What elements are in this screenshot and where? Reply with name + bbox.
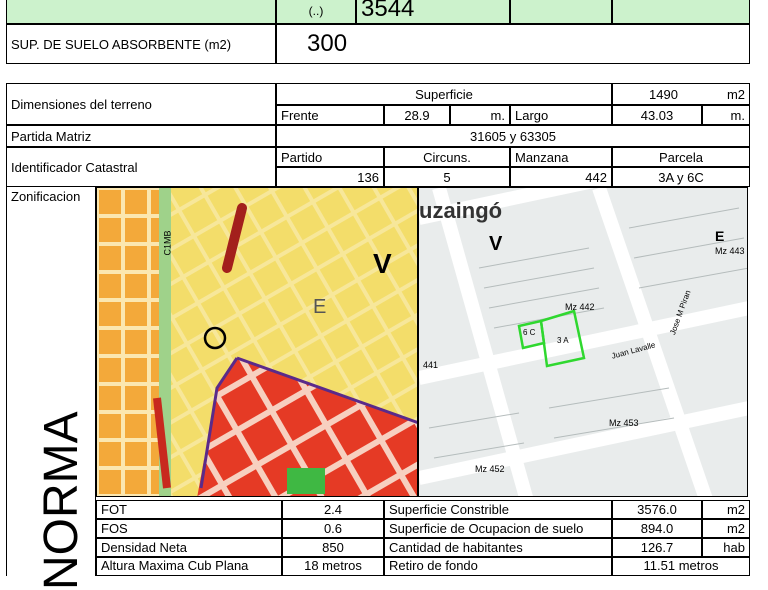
zoning-map-svg <box>97 188 417 496</box>
frente-label: Frente <box>276 105 384 125</box>
top-row1-label <box>6 0 276 24</box>
dimensiones-label: Dimensiones del terreno <box>6 83 276 125</box>
frente-unit: m. <box>450 105 510 125</box>
manzana-label: Manzana <box>510 147 612 167</box>
habitantes-label: Cantidad de habitantes <box>384 538 612 557</box>
sup-ocup-unit: m2 <box>702 519 750 538</box>
top-row1-mid: (..) <box>276 0 356 24</box>
mz452-label: Mz 452 <box>475 464 505 474</box>
circuns-value: 5 <box>384 167 510 187</box>
top-row1-value-text: 3544 <box>361 0 415 22</box>
sup-const-label: Superficie Constrible <box>384 500 612 519</box>
zone-label-v: V <box>373 248 392 279</box>
top-row1-cell3 <box>510 0 612 24</box>
superficie-unit: m2 <box>726 86 745 102</box>
suelo-absorbente-value: 300 <box>276 24 750 64</box>
road-label: C1MB <box>162 230 173 256</box>
zone-orange-area <box>97 188 167 496</box>
cad-zone-v: V <box>489 233 503 255</box>
city-label: uzaingó <box>419 198 503 223</box>
altura-label: Altura Maxima Cub Plana <box>96 557 282 576</box>
largo-value: 43.03 <box>612 105 702 125</box>
cadastral-map[interactable]: uzaingó V E Mz 443 Mz 442 Mz 453 Mz 452 … <box>418 187 748 497</box>
habitantes-unit: hab <box>702 538 750 557</box>
sup-const-unit: m2 <box>702 500 750 519</box>
superficie-label: Superficie <box>276 83 612 105</box>
fot-value: 2.4 <box>282 500 384 519</box>
parcela-value: 3A y 6C <box>612 167 750 187</box>
partido-value: 136 <box>276 167 384 187</box>
side-label: NORMA <box>35 411 88 590</box>
zone-label-e: E <box>313 296 327 318</box>
top-row1-cell4 <box>612 0 750 24</box>
largo-label: Largo <box>510 105 612 125</box>
largo-unit: m. <box>702 105 750 125</box>
retiro-label: Retiro de fondo <box>384 557 612 576</box>
mz441-label: 441 <box>423 360 439 370</box>
cadastral-map-svg <box>419 188 747 496</box>
mz453-label: Mz 453 <box>609 418 639 428</box>
manzana-value: 442 <box>510 167 612 187</box>
parcel-6c-label: 6 C <box>523 328 536 337</box>
fos-label: FOS <box>96 519 282 538</box>
zoning-map[interactable]: E V C1MB <box>96 187 418 497</box>
partida-label: Partida Matriz <box>6 125 276 147</box>
fot-label: FOT <box>96 500 282 519</box>
densidad-label: Densidad Neta <box>96 538 282 557</box>
top-row1-value: 3544 <box>356 0 510 24</box>
partida-value: 31605 y 63305 <box>276 125 750 147</box>
green-block <box>287 468 325 494</box>
zonificacion-label: Zonificacion <box>11 189 81 204</box>
parcel-3a-label: 3 A <box>557 336 569 345</box>
frente-value: 28.9 <box>384 105 450 125</box>
partido-label: Partido <box>276 147 384 167</box>
sup-ocup-value: 894.0 <box>612 519 702 538</box>
mz443-label: Mz 443 <box>715 246 745 256</box>
fos-value: 0.6 <box>282 519 384 538</box>
mz442-label: Mz 442 <box>565 302 595 312</box>
identificador-label: Identificador Catastral <box>6 147 276 187</box>
retiro-value: 11.51 metros <box>612 557 750 576</box>
superficie-value: 1490 m2 <box>612 83 750 105</box>
sup-ocup-label: Superficie de Ocupacion de suelo <box>384 519 612 538</box>
streets <box>419 188 747 496</box>
altura-value: 18 metros <box>282 557 384 576</box>
habitantes-value: 126.7 <box>612 538 702 557</box>
suelo-absorbente-label: SUP. DE SUELO ABSORBENTE (m2) <box>6 24 276 64</box>
circuns-label: Circuns. <box>384 147 510 167</box>
densidad-value: 850 <box>282 538 384 557</box>
cad-zone-e: E <box>715 228 725 244</box>
sup-const-value: 3576.0 <box>612 500 702 519</box>
parcela-label: Parcela <box>612 147 750 167</box>
superficie-value-text: 1490 <box>649 86 678 102</box>
